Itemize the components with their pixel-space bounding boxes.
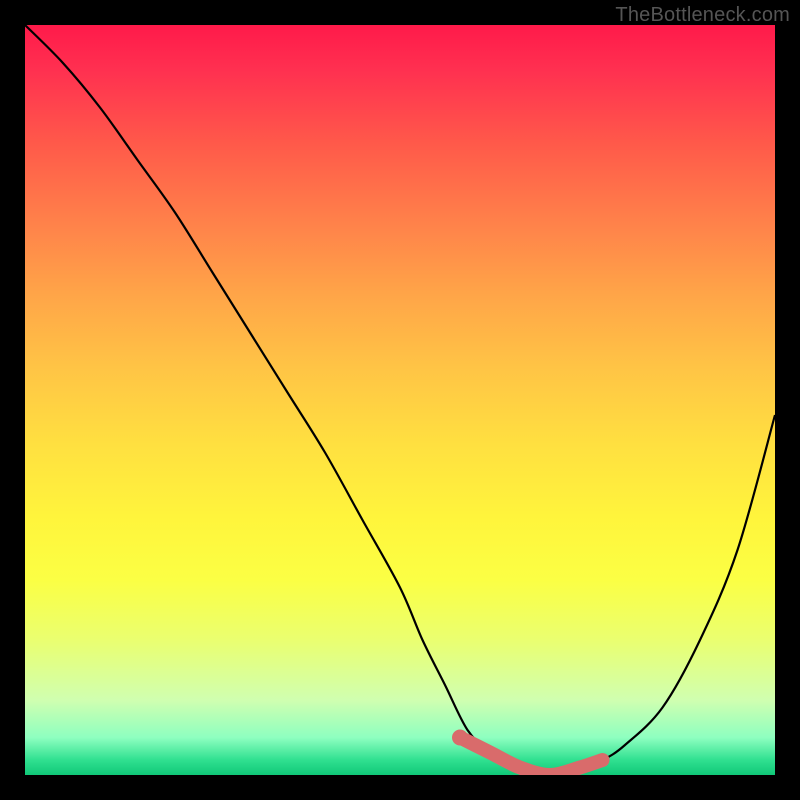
highlight-dot: [452, 730, 468, 746]
watermark-text: TheBottleneck.com: [615, 4, 790, 27]
chart-svg: [25, 25, 775, 775]
plot-area: [25, 25, 775, 775]
bottleneck-curve: [25, 25, 775, 775]
highlight-segment: [460, 738, 603, 776]
